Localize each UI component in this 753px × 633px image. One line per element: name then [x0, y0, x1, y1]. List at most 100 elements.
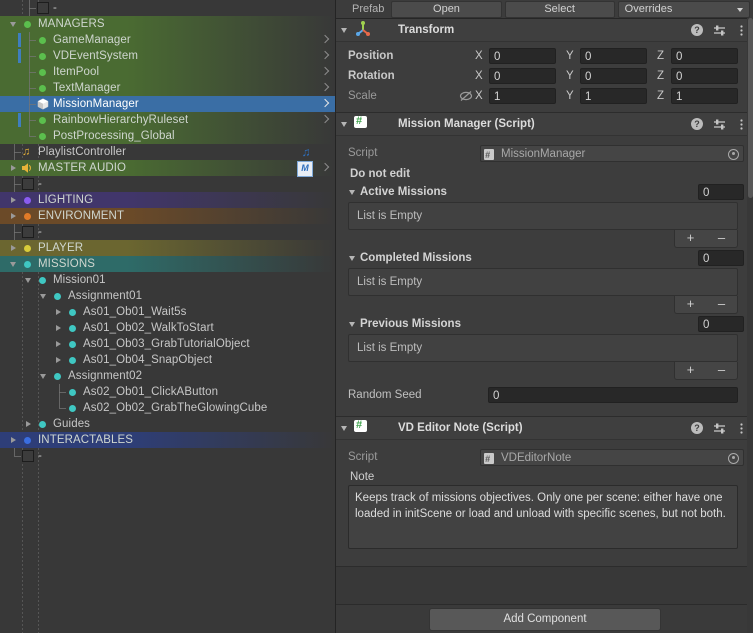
hierarchy-foldout-toggle[interactable] — [38, 288, 51, 304]
preset-icon[interactable] — [713, 24, 726, 37]
list-remove-button[interactable]: – — [706, 362, 737, 379]
mission-list-header[interactable]: Previous Missions0 — [348, 314, 744, 334]
mission-list-header[interactable]: Active Missions0 — [348, 182, 744, 202]
hierarchy-row[interactable]: Guides — [0, 416, 335, 432]
hierarchy-row[interactable]: - — [0, 176, 335, 192]
hierarchy-foldout-toggle[interactable] — [8, 192, 21, 208]
mm-script-field[interactable]: MissionManager — [480, 145, 744, 162]
add-component-button[interactable]: Add Component — [429, 608, 661, 631]
mission-list-count-field[interactable]: 0 — [698, 316, 744, 332]
hierarchy-row[interactable]: Assignment02 — [0, 368, 335, 384]
help-icon[interactable]: ? — [691, 422, 704, 435]
mission-list-header[interactable]: Completed Missions0 — [348, 248, 744, 268]
mission-list-foldout-toggle[interactable] — [348, 248, 360, 268]
scale-y-field[interactable]: 1 — [580, 88, 647, 104]
hierarchy-row[interactable]: PostProcessing_Global — [0, 128, 335, 144]
hierarchy-row[interactable]: ♫PlaylistController♫ — [0, 144, 335, 160]
mission-manager-header[interactable]: Mission Manager (Script) ? — [336, 113, 753, 136]
hierarchy-row[interactable]: As02_Ob01_ClickAButton — [0, 384, 335, 400]
scale-x-field[interactable]: 1 — [489, 88, 556, 104]
hierarchy-row[interactable]: As01_Ob03_GrabTutorialObject — [0, 336, 335, 352]
hierarchy-foldout-toggle[interactable] — [53, 336, 66, 352]
prefab-open-chevron-icon[interactable] — [322, 99, 329, 108]
list-remove-button[interactable]: – — [706, 230, 737, 247]
prefab-open-chevron-icon[interactable] — [322, 163, 329, 172]
vd-editor-note-foldout-toggle[interactable] — [336, 417, 354, 439]
mission-list-count-field[interactable]: 0 — [698, 250, 744, 266]
mission-list-foldout-toggle[interactable] — [348, 314, 360, 334]
prefab-open-chevron-icon[interactable] — [322, 67, 329, 76]
hierarchy-foldout-toggle[interactable] — [8, 432, 21, 448]
prefab-overrides-dropdown[interactable]: Overrides — [618, 1, 750, 18]
hierarchy-foldout-toggle[interactable] — [23, 416, 36, 432]
mission-manager-foldout-toggle[interactable] — [336, 113, 354, 135]
hierarchy-foldout-toggle[interactable] — [53, 304, 66, 320]
inspector-scrollbar-thumb[interactable] — [748, 18, 753, 198]
hierarchy-row[interactable]: MASTER AUDIOM — [0, 160, 335, 176]
hierarchy-row[interactable]: - — [0, 224, 335, 240]
hierarchy-foldout-toggle[interactable] — [38, 368, 51, 384]
prefab-open-button[interactable]: Open — [391, 1, 501, 18]
hierarchy-foldout-toggle[interactable] — [8, 240, 21, 256]
note-script-field[interactable]: VDEditorNote — [480, 449, 744, 466]
hierarchy-row[interactable]: As01_Ob02_WalkToStart — [0, 320, 335, 336]
object-picker-icon[interactable] — [728, 149, 739, 160]
object-picker-icon[interactable] — [728, 453, 739, 464]
mission-list-count-field[interactable]: 0 — [698, 184, 744, 200]
hierarchy-row[interactable]: Assignment01 — [0, 288, 335, 304]
list-add-button[interactable]: + — [675, 296, 706, 313]
hierarchy-row[interactable]: INTERACTABLES — [0, 432, 335, 448]
hierarchy-foldout-toggle[interactable] — [8, 160, 21, 176]
position-y-field[interactable]: 0 — [580, 48, 647, 64]
hierarchy-foldout-toggle[interactable] — [8, 256, 21, 272]
rotation-y-field[interactable]: 0 — [580, 68, 647, 84]
hierarchy-row[interactable]: LIGHTING — [0, 192, 335, 208]
hierarchy-row[interactable]: GameManager — [0, 32, 335, 48]
list-add-button[interactable]: + — [675, 362, 706, 379]
prefab-open-chevron-icon[interactable] — [322, 35, 329, 44]
hierarchy-foldout-toggle[interactable] — [23, 272, 36, 288]
transform-header[interactable]: Transform ? — [336, 19, 753, 42]
scale-z-field[interactable]: 1 — [671, 88, 738, 104]
list-add-button[interactable]: + — [675, 230, 706, 247]
hierarchy-row[interactable]: RainbowHierarchyRuleset — [0, 112, 335, 128]
scale-link-off-icon[interactable] — [459, 89, 473, 103]
position-x-field[interactable]: 0 — [489, 48, 556, 64]
hierarchy-row[interactable]: As01_Ob04_SnapObject — [0, 352, 335, 368]
transform-foldout-toggle[interactable] — [336, 19, 354, 41]
prefab-select-button[interactable]: Select — [505, 1, 615, 18]
hierarchy-row[interactable]: TextManager — [0, 80, 335, 96]
preset-icon[interactable] — [713, 118, 726, 131]
rotation-x-field[interactable]: 0 — [489, 68, 556, 84]
hierarchy-row[interactable]: As01_Ob01_Wait5s — [0, 304, 335, 320]
help-icon[interactable]: ? — [691, 24, 704, 37]
hierarchy-row[interactable]: ENVIRONMENT — [0, 208, 335, 224]
hierarchy-row[interactable]: Mission01 — [0, 272, 335, 288]
prefab-open-chevron-icon[interactable] — [322, 51, 329, 60]
hierarchy-row[interactable]: - — [0, 448, 335, 464]
mission-list-foldout-toggle[interactable] — [348, 182, 360, 202]
hierarchy-row-selected[interactable]: MissionManager — [0, 96, 335, 112]
hierarchy-row[interactable]: MISSIONS — [0, 256, 335, 272]
prefab-open-chevron-icon[interactable] — [322, 83, 329, 92]
inspector-scrollbar[interactable] — [747, 18, 753, 633]
prefab-open-chevron-icon[interactable] — [322, 115, 329, 124]
inspector-panel[interactable]: Prefab Open Select Overrides — [335, 0, 753, 633]
list-remove-button[interactable]: – — [706, 296, 737, 313]
vd-editor-note-header[interactable]: VD Editor Note (Script) ? — [336, 417, 753, 440]
rotation-z-field[interactable]: 0 — [671, 68, 738, 84]
random-seed-field[interactable]: 0 — [488, 387, 738, 403]
hierarchy-row[interactable]: - — [0, 0, 335, 16]
hierarchy-row[interactable]: As02_Ob02_GrabTheGlowingCube — [0, 400, 335, 416]
hierarchy-row[interactable]: VDEventSystem — [0, 48, 335, 64]
hierarchy-row[interactable]: PLAYER — [0, 240, 335, 256]
hierarchy-row[interactable]: MANAGERS — [0, 16, 335, 32]
hierarchy-foldout-toggle[interactable] — [8, 208, 21, 224]
hierarchy-foldout-toggle[interactable] — [53, 352, 66, 368]
hierarchy-foldout-toggle[interactable] — [8, 16, 21, 32]
note-textarea[interactable]: Keeps track of missions objectives. Only… — [348, 485, 738, 549]
hierarchy-panel[interactable]: -MANAGERSGameManagerVDEventSystemItemPoo… — [0, 0, 335, 633]
hierarchy-row[interactable]: ItemPool — [0, 64, 335, 80]
position-z-field[interactable]: 0 — [671, 48, 738, 64]
preset-icon[interactable] — [713, 422, 726, 435]
